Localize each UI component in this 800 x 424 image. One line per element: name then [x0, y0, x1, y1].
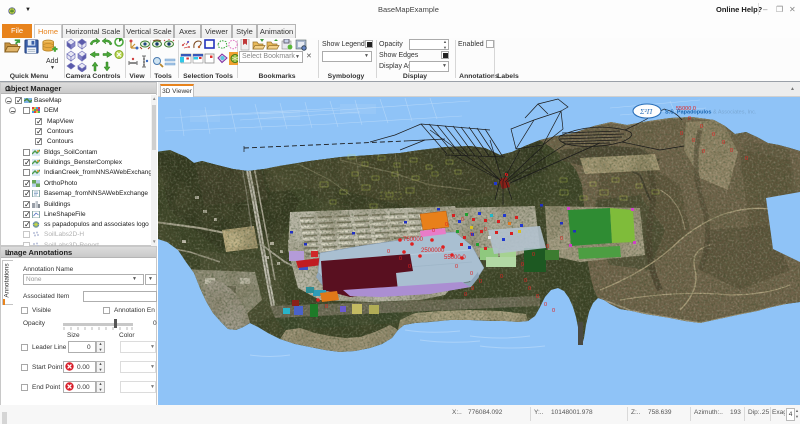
svg-text:0: 0: [461, 217, 464, 223]
svg-text:0: 0: [479, 279, 482, 285]
svg-text:0: 0: [692, 138, 695, 144]
svg-text:0: 0: [544, 302, 547, 308]
svg-text:55000 0: 55000 0: [444, 255, 466, 261]
svg-text:760000: 760000: [403, 237, 424, 243]
svg-text:0: 0: [471, 286, 474, 292]
svg-text:0: 0: [445, 222, 448, 228]
svg-text:0: 0: [470, 271, 473, 277]
svg-text:0: 0: [325, 304, 328, 310]
svg-text:0: 0: [532, 252, 535, 258]
svg-text:0: 0: [560, 236, 563, 242]
svg-text:0: 0: [552, 308, 555, 314]
svg-text:0: 0: [521, 262, 524, 268]
svg-text:Σ²Π: Σ²Π: [639, 107, 653, 116]
svg-text:0: 0: [387, 249, 390, 255]
svg-text:0: 0: [702, 149, 705, 155]
svg-text:0: 0: [470, 232, 473, 238]
svg-text:0: 0: [722, 140, 725, 146]
svg-text:0: 0: [745, 156, 748, 162]
svg-text:S.S. Papadopulos & Associates,: S.S. Papadopulos & Associates, Inc.: [665, 110, 757, 116]
svg-text:0: 0: [546, 244, 549, 250]
svg-text:0: 0: [455, 264, 458, 270]
svg-text:0: 0: [500, 274, 503, 280]
svg-text:0: 0: [528, 286, 531, 292]
svg-text:2500000: 2500000: [421, 248, 445, 254]
svg-text:0: 0: [484, 227, 487, 233]
svg-text:0: 0: [712, 132, 715, 138]
svg-text:0: 0: [688, 116, 691, 122]
svg-text:0: 0: [680, 131, 683, 137]
svg-text:0: 0: [700, 124, 703, 130]
svg-text:0: 0: [399, 256, 402, 262]
svg-text:0: 0: [524, 278, 527, 284]
svg-text:0: 0: [408, 264, 411, 270]
svg-text:0: 0: [432, 228, 435, 234]
svg-text:0: 0: [536, 294, 539, 300]
svg-text:0: 0: [730, 148, 733, 154]
svg-text:0: 0: [464, 292, 467, 298]
